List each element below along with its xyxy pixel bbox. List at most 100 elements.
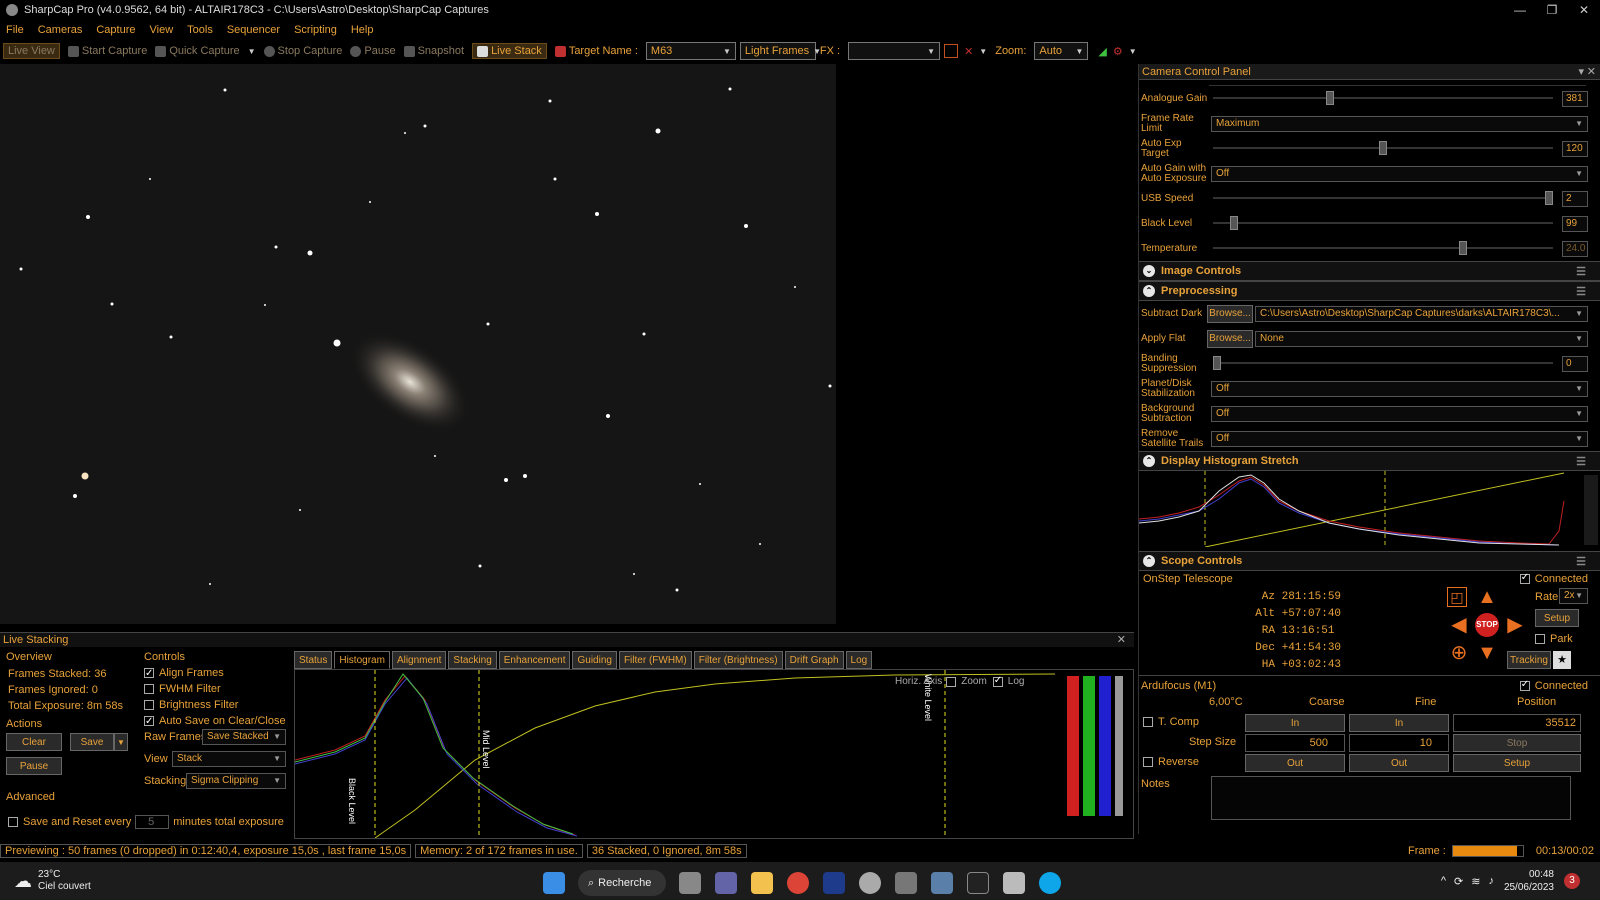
- tab-filter-brightness[interactable]: Filter (Brightness): [693, 651, 783, 669]
- slider-thumb[interactable]: [1229, 216, 1238, 230]
- reticle-icon[interactable]: [944, 44, 959, 58]
- start-capture-button[interactable]: Start Capture: [67, 45, 147, 57]
- brightness-filter-toggle[interactable]: Brightness Filter: [144, 697, 284, 713]
- background-select[interactable]: Off ▼: [1211, 405, 1588, 422]
- histogram-stretch-graph[interactable]: [1138, 471, 1600, 548]
- tab-guiding[interactable]: Guiding: [572, 651, 617, 669]
- close-icon[interactable]: ✕: [1117, 633, 1126, 647]
- subtract-dark-select[interactable]: C:\Users\Astro\Desktop\SharpCap Captures…: [1255, 305, 1588, 322]
- tab-status[interactable]: Status: [294, 651, 333, 669]
- align-frames-checkbox[interactable]: [144, 666, 154, 682]
- auto-gain-select[interactable]: Off ▼: [1211, 165, 1588, 182]
- tab-drift-graph[interactable]: Drift Graph: [784, 651, 844, 669]
- explorer-icon[interactable]: [751, 872, 773, 894]
- menu-scripting[interactable]: Scripting: [294, 24, 337, 36]
- arrow-left-icon[interactable]: ◀: [1447, 613, 1471, 637]
- fwhm-filter-checkbox[interactable]: [144, 684, 154, 695]
- black-level-slider[interactable]: [1213, 216, 1553, 230]
- histogram-icon[interactable]: ◢: [1098, 45, 1106, 58]
- chrome-icon[interactable]: [787, 872, 809, 894]
- minimize-icon[interactable]: —: [1504, 0, 1536, 20]
- planet-select[interactable]: Off ▼: [1211, 380, 1588, 397]
- zoom-select[interactable]: Auto ▼: [1034, 42, 1089, 60]
- apply-flat-browse-button[interactable]: Browse...: [1207, 329, 1253, 348]
- telescope-app-icon[interactable]: [895, 872, 917, 894]
- tab-histogram[interactable]: Histogram: [334, 651, 390, 669]
- menu-help[interactable]: Help: [351, 24, 374, 36]
- histogram-stretch-header[interactable]: ⌃ Display Histogram Stretch ☰: [1139, 451, 1600, 471]
- park-toggle[interactable]: Park: [1535, 633, 1573, 645]
- weather-widget[interactable]: 23°C Ciel couvert: [38, 869, 91, 893]
- task-view-icon[interactable]: [679, 872, 701, 894]
- snapshot-button[interactable]: Snapshot: [403, 45, 464, 57]
- reverse-toggle[interactable]: Reverse: [1143, 756, 1199, 768]
- goto-icon[interactable]: ◰: [1447, 587, 1467, 607]
- chevron-down-icon[interactable]: ▼: [1129, 47, 1137, 56]
- view-select[interactable]: Stack ▼: [172, 751, 286, 767]
- stop-button[interactable]: STOP: [1475, 613, 1499, 637]
- scope-setup-button[interactable]: Setup: [1535, 609, 1579, 627]
- clock[interactable]: 00:48 25/06/2023: [1504, 868, 1554, 894]
- menu-cameras[interactable]: Cameras: [38, 24, 83, 36]
- fwhm-filter-toggle[interactable]: FWHM Filter: [144, 681, 284, 697]
- stacking-select[interactable]: Sigma Clipping ▼: [186, 773, 286, 789]
- tcomp-checkbox[interactable]: [1143, 717, 1153, 728]
- weather-icon[interactable]: ☁: [14, 871, 32, 892]
- fine-in-button[interactable]: In: [1349, 714, 1449, 732]
- star-icon[interactable]: ★: [1553, 651, 1571, 669]
- quick-capture-button[interactable]: Quick Capture ▼: [155, 45, 256, 57]
- raw-frames-select[interactable]: Save Stacked ▼: [202, 729, 286, 745]
- close-icon[interactable]: ✕: [1587, 64, 1596, 80]
- fine-out-button[interactable]: Out: [1349, 754, 1449, 772]
- coarse-in-button[interactable]: In: [1245, 714, 1345, 732]
- save-reset-input[interactable]: 5: [135, 815, 170, 829]
- scope-controls-header[interactable]: ⌃ Scope Controls ☰: [1139, 551, 1600, 571]
- restore-icon[interactable]: ❐: [1536, 0, 1568, 20]
- fx-select[interactable]: ▼: [848, 42, 941, 60]
- tab-filter-fwhm[interactable]: Filter (FWHM): [618, 651, 692, 669]
- connected-checkbox[interactable]: [1519, 679, 1530, 692]
- chevron-up-icon[interactable]: ^: [1441, 875, 1446, 887]
- settings-icon[interactable]: ⚙: [1113, 45, 1123, 58]
- park-checkbox[interactable]: [1535, 634, 1545, 645]
- auto-exp-slider[interactable]: [1213, 141, 1553, 155]
- slider-thumb[interactable]: [1213, 356, 1221, 370]
- menu-icon[interactable]: ☰: [1576, 455, 1586, 468]
- tab-alignment[interactable]: Alignment: [391, 651, 447, 669]
- black-level-value[interactable]: 99: [1562, 215, 1588, 232]
- chevron-down-icon[interactable]: ▼: [248, 47, 256, 56]
- frame-type-select[interactable]: Light Frames ▼: [739, 42, 821, 60]
- focuser-connected[interactable]: Connected: [1519, 679, 1588, 692]
- stack-pause-button[interactable]: Pause: [6, 757, 62, 775]
- menu-sequencer[interactable]: Sequencer: [227, 24, 280, 36]
- edge-icon[interactable]: [1039, 872, 1061, 894]
- slider-thumb[interactable]: [1379, 141, 1387, 155]
- analogue-gain-slider[interactable]: [1213, 91, 1553, 105]
- taskbar-search[interactable]: ⌕ Recherche: [578, 870, 666, 896]
- frame-rate-select[interactable]: Maximum ▼: [1211, 115, 1588, 132]
- satellite-select[interactable]: Off ▼: [1211, 430, 1588, 447]
- target-name-select[interactable]: M63 ▼: [645, 42, 736, 60]
- image-controls-header[interactable]: ⌄ Image Controls ☰: [1139, 261, 1600, 281]
- chevron-down-icon[interactable]: ▼: [979, 47, 987, 56]
- menu-view[interactable]: View: [150, 24, 174, 36]
- analogue-gain-value[interactable]: 381: [1562, 90, 1588, 107]
- black-level-marker[interactable]: Black Level: [347, 778, 357, 824]
- cross-icon[interactable]: ✕: [964, 45, 973, 58]
- sync-icon[interactable]: ⟳: [1454, 875, 1463, 888]
- menu-icon[interactable]: ☰: [1576, 265, 1586, 278]
- astro-app-icon[interactable]: [823, 872, 845, 894]
- start-icon[interactable]: [543, 872, 565, 894]
- log-checkbox[interactable]: [992, 675, 1003, 687]
- volume-icon[interactable]: ♪: [1488, 875, 1494, 887]
- close-icon[interactable]: ✕: [1568, 0, 1600, 20]
- auto-save-toggle[interactable]: Auto Save on Clear/Close: [144, 713, 286, 730]
- zoom-checkbox[interactable]: [946, 676, 957, 687]
- histogram-tools[interactable]: [1584, 475, 1598, 545]
- notification-badge[interactable]: 3: [1564, 873, 1580, 889]
- usb-speed-slider[interactable]: [1213, 191, 1553, 205]
- menu-capture[interactable]: Capture: [96, 24, 135, 36]
- live-stack-button[interactable]: Live Stack: [472, 43, 547, 59]
- menu-icon[interactable]: ☰: [1576, 555, 1586, 568]
- chevron-down-icon[interactable]: ▼: [114, 733, 128, 751]
